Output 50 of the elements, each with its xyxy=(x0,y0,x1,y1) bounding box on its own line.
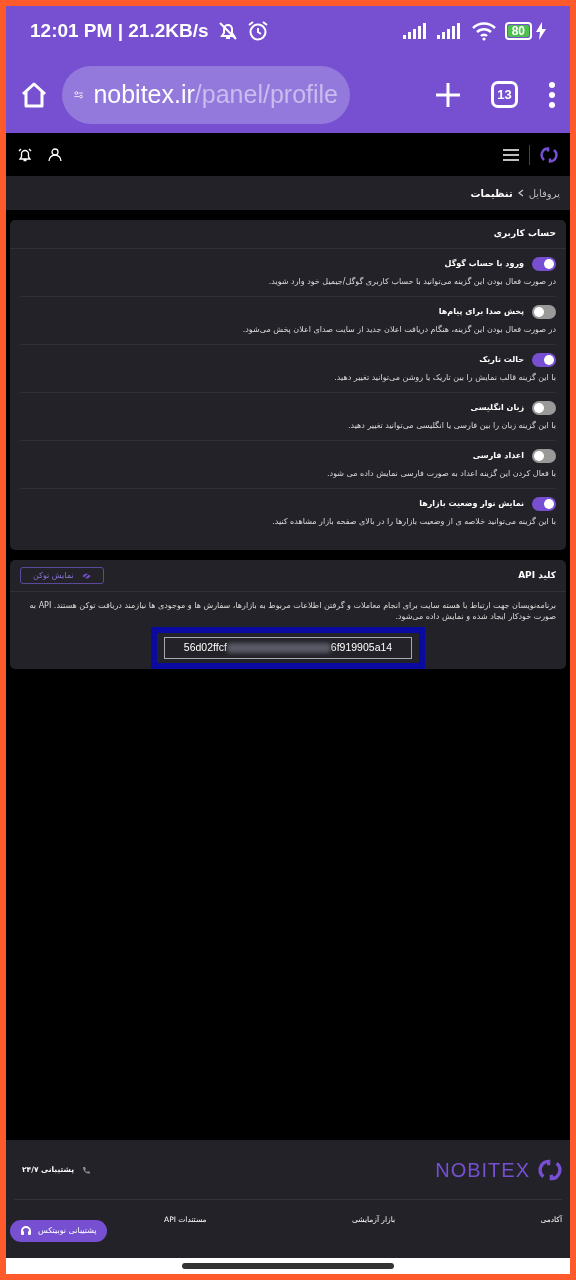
tab-count-button[interactable]: 13 xyxy=(491,81,518,108)
chevron-icon xyxy=(517,189,524,197)
notification-bell-icon[interactable] xyxy=(18,147,32,162)
signal-icon xyxy=(402,23,429,39)
status-time: 12:01 PM | 21.2KB/s xyxy=(30,18,209,43)
url-text: nobitex.ir/panel/profile xyxy=(93,78,338,110)
logo-icon[interactable] xyxy=(540,145,558,164)
setting-description: با فعال کردن این گزینه اعداد به صورت فارسی نمایش داده می شود. xyxy=(326,468,556,480)
setting-label: حالت تاریک xyxy=(479,354,524,366)
charging-icon xyxy=(536,22,546,40)
toggle-switch[interactable] xyxy=(532,353,556,367)
headset-icon xyxy=(20,1225,32,1237)
card-title: حساب کاربری xyxy=(493,227,556,241)
api-key-start: 56d02ffcf xyxy=(183,639,227,655)
card-title: کلید API xyxy=(518,568,556,582)
setting-description: با این گزینه زبان را بین فارسی یا انگلیسی می‌توانید تغییر دهید. xyxy=(346,420,556,432)
api-key-field[interactable]: 56d02ffcf 6f919905a14 xyxy=(164,636,412,659)
menu-icon[interactable] xyxy=(503,148,519,161)
setting-label: پخش صدا برای پیام‌ها xyxy=(438,306,524,318)
toggle-switch[interactable] xyxy=(532,401,556,415)
phone-icon xyxy=(81,1165,90,1174)
support-chat-button[interactable]: پشتیبانی نوبیتکس xyxy=(10,1220,107,1242)
breadcrumb-item[interactable]: پروفایل xyxy=(528,185,560,201)
wifi-icon xyxy=(470,21,497,41)
show-token-button[interactable]: نمایش توکن xyxy=(20,567,104,584)
toggle-switch[interactable] xyxy=(532,257,556,271)
api-key-end: 6f919905a14 xyxy=(330,639,393,655)
toggle-switch[interactable] xyxy=(532,305,556,319)
setting-description: در صورت فعال بودن این گزینه، هنگام دریافت اعلان جدید از سایت صدای اعلان پخش می‌شود. xyxy=(241,324,556,336)
api-description: برنامه‌نویسان جهت ارتباط با هسته سایت برای انجام معاملات و گرفتن اطلاعات مربوط به بازارها، سفارش ها و موجودی ها نیازمند دریافت توکن هستند. API به صورت خودکار ایجاد شده و نمایش داده می‌شود. xyxy=(28,601,556,623)
user-icon[interactable] xyxy=(48,147,62,162)
more-options-icon[interactable] xyxy=(548,81,556,108)
toggle-switch[interactable] xyxy=(532,497,556,511)
battery-icon: 80 xyxy=(504,22,532,40)
logo-icon xyxy=(538,1157,562,1182)
mute-icon xyxy=(216,21,239,41)
setting-description: با این گزینه می‌توانید خلاصه ی از وضعیت بازارها را در بالای صفحه بازار مشاهده کنید. xyxy=(271,516,556,528)
logo-text: NOBITEX xyxy=(435,1157,530,1183)
toggle-switch[interactable] xyxy=(532,449,556,463)
setting-description: با این گزینه قالب نمایش را بین تاریک یا روشن می‌توانید تغییر دهید. xyxy=(333,372,556,384)
setting-label: نمایش نوار وضعیت بازارها xyxy=(419,498,524,510)
alarm-icon xyxy=(246,20,269,42)
setting-description: در صورت فعال بودن این گزینه می‌توانید با حساب کاربری گوگل/جیمیل خود وارد شوید. xyxy=(267,276,556,288)
new-tab-icon[interactable] xyxy=(435,81,461,108)
signal-icon xyxy=(436,23,463,39)
setting-label: اعداد فارسی xyxy=(472,450,524,462)
setting-label: زبان انگلیسی xyxy=(470,402,524,414)
breadcrumb-item[interactable]: تنظیمات xyxy=(470,185,513,201)
setting-label: ورود با حساب گوگل xyxy=(444,258,524,270)
home-icon[interactable] xyxy=(20,80,48,109)
